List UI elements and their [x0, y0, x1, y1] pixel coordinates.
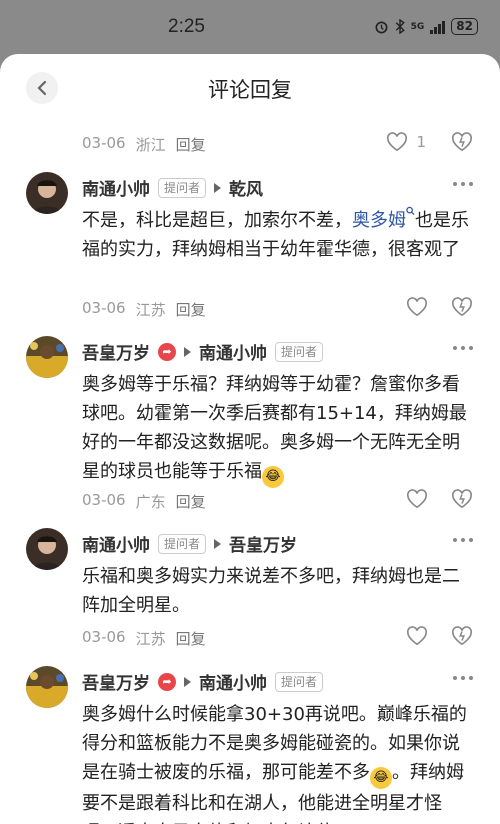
- alarm-icon: [375, 21, 388, 34]
- status-bar: 2:25 5G 82: [0, 0, 500, 56]
- author-name[interactable]: 南通小帅: [82, 175, 150, 200]
- author-name[interactable]: 吾皇万岁: [82, 339, 150, 364]
- laughing-emoji-icon: 😂: [262, 466, 284, 488]
- dislike-button[interactable]: [451, 132, 473, 156]
- comment-location: 江苏: [135, 301, 166, 319]
- heart-icon: [406, 489, 428, 509]
- broken-heart-icon: [451, 297, 473, 317]
- comment-date: 03-06: [82, 299, 126, 317]
- page-title: 评论回复: [208, 78, 292, 102]
- more-options-button[interactable]: [453, 182, 473, 186]
- like-count: 1: [416, 133, 426, 151]
- comment-text: 乐福和奥多姆实力来说差不多吧，拜纳姆也是二阵加全明星。: [82, 566, 460, 616]
- reply-target-name[interactable]: 南通小帅: [199, 669, 267, 694]
- search-icon: [406, 206, 415, 216]
- dislike-button[interactable]: [451, 626, 473, 650]
- comment-meta-row: 03-06 江苏 回复: [0, 624, 500, 652]
- comment-item: 南通小帅 提问者 吾皇万岁 乐福和奥多姆实力来说差不多吧，拜纳姆也是二阵加全明星…: [0, 528, 500, 628]
- like-button[interactable]: 1: [386, 132, 426, 152]
- heart-icon: [387, 132, 408, 152]
- topic-link[interactable]: 奥多姆: [352, 210, 406, 231]
- comment-date: 03-06: [82, 628, 126, 646]
- laughing-emoji-icon: 😂: [370, 767, 392, 789]
- reply-arrow-icon: [214, 538, 222, 549]
- avatar[interactable]: [26, 336, 68, 378]
- comment-meta-row: 03-06 浙江 回复 1: [0, 130, 500, 158]
- heart-icon: [406, 626, 428, 646]
- reply-target-name[interactable]: 吾皇万岁: [229, 531, 297, 556]
- author-name[interactable]: 南通小帅: [82, 531, 150, 556]
- like-button[interactable]: [406, 297, 428, 317]
- status-icons: 5G 82: [374, 18, 478, 35]
- reply-target-name[interactable]: 南通小帅: [199, 339, 267, 364]
- comment-reply-sheet: 评论回复 03-06 浙江 回复 1 南通小帅 提问者 乾风 不是，科比是超巨，…: [0, 54, 500, 824]
- comment-location: 广东: [135, 493, 166, 511]
- header: 评论回复: [0, 54, 500, 124]
- avatar[interactable]: [26, 666, 68, 708]
- more-options-button[interactable]: [453, 538, 473, 542]
- comment-text: 不是，科比是超巨，加索尔不差，奥多姆 也是乐福的实力，拜纳姆相当于幼年霍华德，很客…: [82, 206, 474, 264]
- comment-text: 奥多姆等于乐福？拜纳姆等于幼霍？詹蜜你多看球吧。幼霍第一次季后赛都有15+14，…: [82, 370, 474, 488]
- avatar[interactable]: [26, 172, 68, 214]
- asker-badge: 提问者: [275, 671, 324, 692]
- level-badge-icon: ➦: [158, 672, 176, 691]
- status-time: 2:25: [168, 16, 205, 37]
- broken-heart-icon: [451, 132, 473, 152]
- like-button[interactable]: [406, 626, 428, 646]
- avatar[interactable]: [26, 528, 68, 570]
- asker-badge: 提问者: [158, 177, 207, 198]
- bluetooth-icon: [395, 19, 405, 34]
- author-name[interactable]: 吾皇万岁: [82, 669, 150, 694]
- dislike-button[interactable]: [451, 297, 473, 321]
- comment-text: 奥多姆什么时候能拿30+30再说吧。巅峰乐福的得分和篮板能力不是奥多姆能碰瓷的。…: [82, 704, 467, 824]
- more-options-button[interactable]: [453, 346, 473, 350]
- signal-icon: [430, 20, 446, 34]
- asker-badge: 提问者: [275, 341, 324, 362]
- battery-indicator: 82: [451, 18, 478, 35]
- comment-item: 吾皇万岁 ➦ 南通小帅 提问者 奥多姆什么时候能拿30+30再说吧。巅峰乐福的得…: [0, 666, 500, 824]
- dislike-button[interactable]: [451, 489, 473, 513]
- more-options-button[interactable]: [453, 676, 473, 680]
- reply-button[interactable]: 回复: [176, 628, 206, 649]
- network-label: 5G: [410, 21, 425, 32]
- comment-date: 03-06: [82, 491, 126, 509]
- asker-badge: 提问者: [158, 533, 207, 554]
- comment-date: 03-06: [82, 134, 126, 152]
- level-badge-icon: ➦: [158, 342, 176, 361]
- heart-icon: [406, 297, 428, 317]
- broken-heart-icon: [451, 489, 473, 509]
- like-button[interactable]: [406, 489, 428, 509]
- reply-arrow-icon: [184, 676, 191, 687]
- reply-target-name[interactable]: 乾风: [229, 175, 263, 200]
- comment-meta-row: 03-06 江苏 回复: [0, 295, 500, 323]
- comment-meta-row: 03-06 广东 回复: [0, 487, 500, 515]
- comment-location: 江苏: [135, 630, 166, 648]
- reply-arrow-icon: [214, 182, 222, 193]
- reply-arrow-icon: [184, 346, 191, 357]
- broken-heart-icon: [451, 626, 473, 646]
- reply-button[interactable]: 回复: [176, 299, 206, 320]
- reply-button[interactable]: 回复: [176, 134, 206, 155]
- reply-button[interactable]: 回复: [176, 491, 206, 512]
- comment-location: 浙江: [135, 136, 166, 154]
